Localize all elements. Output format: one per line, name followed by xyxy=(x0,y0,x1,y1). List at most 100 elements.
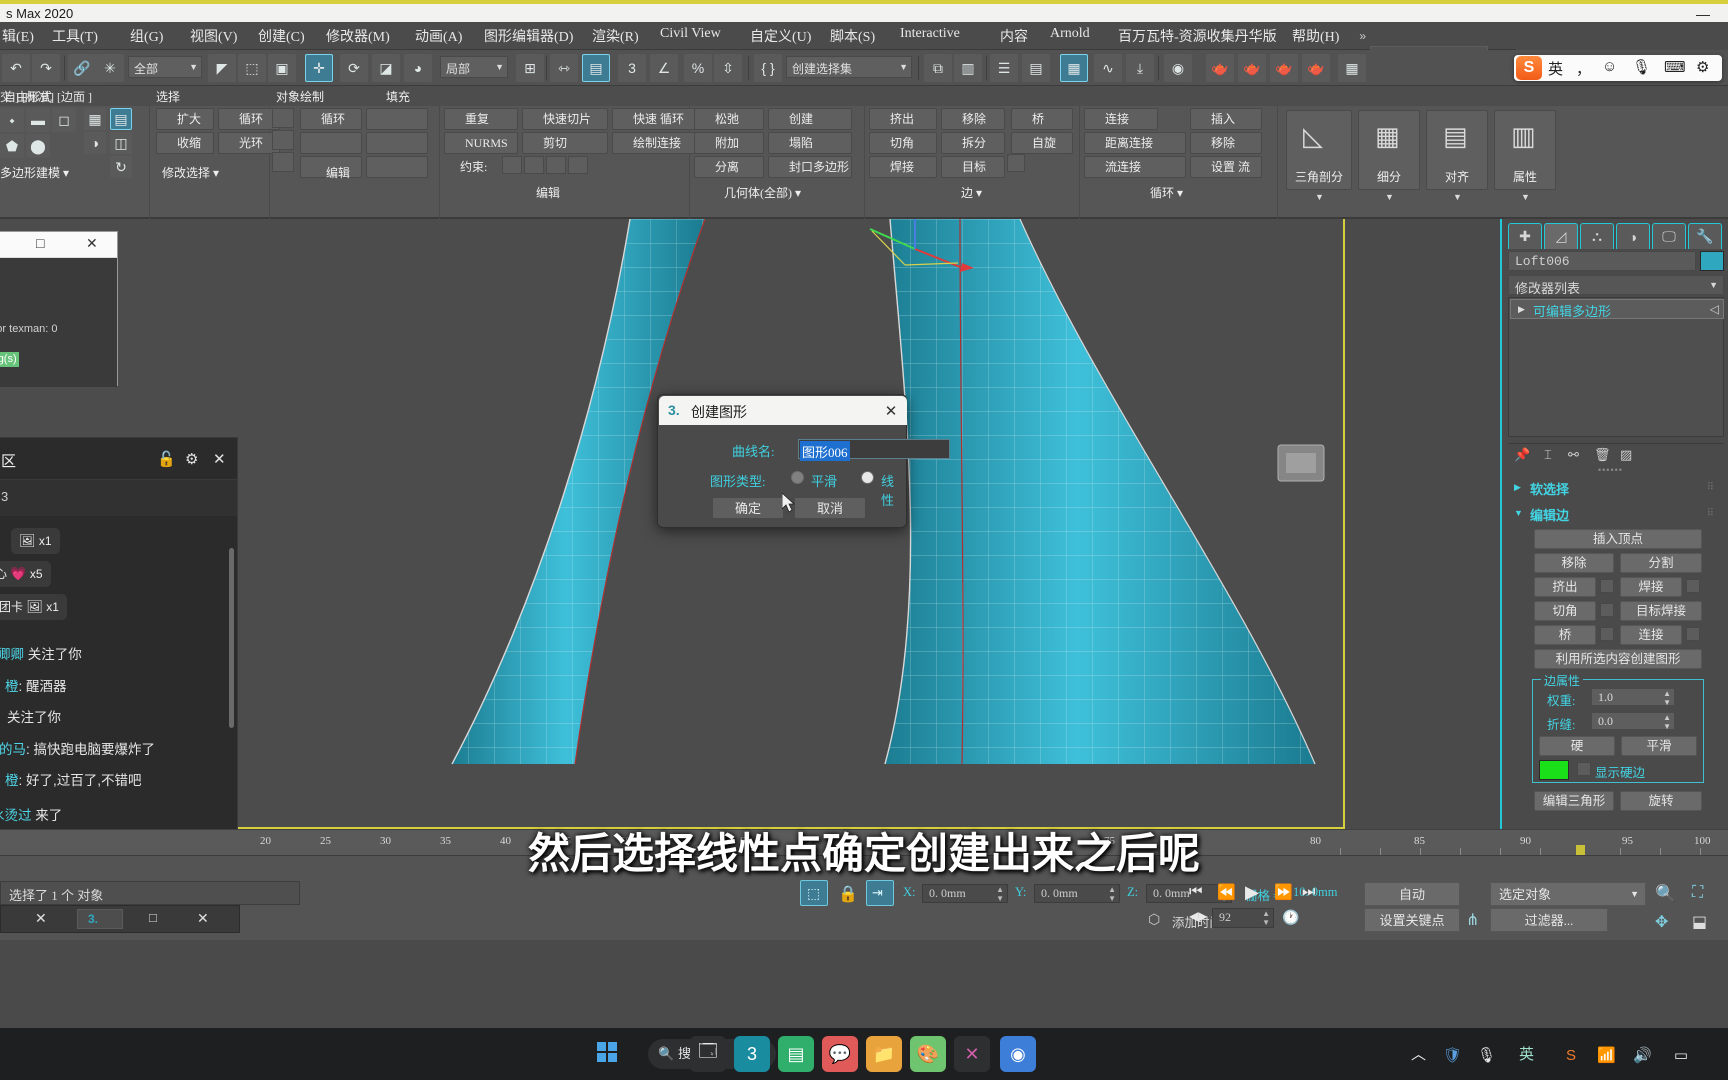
cp-tab-motion[interactable]: ◑ xyxy=(1616,223,1650,249)
render-log-window[interactable]: □ ✕ ems: 0 nents: 0 : 1.3 s 2.2 s ry usa… xyxy=(0,231,118,387)
tray-wifi-icon[interactable]: 📶 xyxy=(1597,1046,1616,1064)
ribbon-setflow-button[interactable]: 设置 流 xyxy=(1190,156,1262,178)
ribbon-weld-button[interactable]: 焊接 xyxy=(869,156,937,178)
bridge-edge-button[interactable]: 桥 xyxy=(1534,625,1596,645)
window-crossing-button[interactable]: ▣ xyxy=(268,54,296,82)
cp-tab-hierarchy[interactable]: ⛬ xyxy=(1580,223,1614,249)
target-weld-button[interactable]: 目标焊接 xyxy=(1620,601,1702,621)
stack-item-editable-poly[interactable]: ▶ 可编辑多边形 ◁ xyxy=(1510,299,1724,319)
quick-slice-button[interactable]: 快速切片 xyxy=(522,108,608,130)
render-frame-window-button[interactable]: ▦ xyxy=(1338,54,1366,82)
cap-poly-button[interactable]: 封口多边形 xyxy=(768,156,852,178)
ribbon-toggle-button[interactable]: ▦ xyxy=(1060,54,1088,82)
menu-item-arnold[interactable]: Arnold xyxy=(1050,26,1090,42)
connect-settings-button[interactable] xyxy=(1686,627,1700,641)
overlay-close-icon[interactable]: ✕ xyxy=(35,910,47,927)
chat-user[interactable]: 橙 xyxy=(5,679,19,694)
align-button[interactable]: ▤ xyxy=(582,54,610,82)
free-form-tab[interactable]: 自由形式 xyxy=(4,88,52,105)
next-frame-button[interactable]: ⏩ xyxy=(1274,883,1293,901)
remove-modifier-icon[interactable]: 🗑 xyxy=(1594,447,1611,463)
taskbar-3dsmax-button[interactable]: 3 xyxy=(734,1036,770,1072)
align-big-button[interactable]: 对齐 ▤ xyxy=(1426,110,1488,190)
edge-subobject-button[interactable]: ▬ xyxy=(26,108,50,132)
schematic-view-button[interactable]: ⤓ xyxy=(1126,54,1154,82)
triangulate-big-button[interactable]: 三角剖分 ◺ xyxy=(1286,110,1352,190)
tray-ime-icon[interactable]: 英 xyxy=(1519,1043,1534,1064)
snap-toggle-button[interactable]: 3 xyxy=(618,54,646,82)
object-name-field[interactable]: Loft006 xyxy=(1508,251,1696,271)
menu-item-interactive[interactable]: Interactive xyxy=(900,26,960,42)
named-selection-dropdown[interactable]: 创建选择集 ▼ xyxy=(786,56,912,78)
render-setup-button[interactable]: 🫖 xyxy=(1206,54,1234,82)
edit-triangulation-button[interactable]: 编辑三角形 xyxy=(1534,791,1614,811)
edit-r2-button[interactable] xyxy=(366,132,428,154)
ribbon-split-button[interactable]: 拆分 xyxy=(941,132,1005,154)
cp-tab-display[interactable]: 🖵 xyxy=(1652,223,1686,249)
remove-edge-button[interactable]: 移除 xyxy=(1534,553,1614,573)
rollout-soft-selection[interactable]: ▶ 软选择 ⠿ xyxy=(1506,477,1720,499)
menu-item-views[interactable]: 视图(V) xyxy=(190,26,237,46)
tray-notification-icon[interactable]: ▭ xyxy=(1674,1046,1688,1064)
chat-user[interactable]: 卿卿 xyxy=(0,647,24,662)
lock-selection-icon[interactable]: 🔒 xyxy=(838,884,858,904)
collapse-button[interactable]: 塌陷 xyxy=(768,132,852,154)
menu-item-graph-editors[interactable]: 图形编辑器(D) xyxy=(484,26,573,46)
time-tag-icon[interactable]: ⬡ xyxy=(1148,911,1160,928)
subobject-level-button[interactable]: ▤ xyxy=(110,108,132,130)
extrude-settings-button[interactable] xyxy=(1600,579,1614,593)
tray-shield-icon[interactable]: 🛡 xyxy=(1443,1046,1462,1064)
relative-mode-button[interactable]: ⇥ xyxy=(866,880,894,906)
weld-edge-button[interactable]: 焊接 xyxy=(1620,577,1682,597)
modifier-stack[interactable]: ▶ 可编辑多边形 ◁ xyxy=(1508,297,1724,437)
menu-item-customize[interactable]: 自定义(U) xyxy=(750,26,811,46)
ribbon-spin-button[interactable]: 自旋 xyxy=(1011,132,1073,154)
key-filter-icon[interactable]: ⋔ xyxy=(1466,910,1479,930)
rotate-tri-button[interactable]: 旋转 xyxy=(1620,791,1702,811)
object-color-swatch[interactable] xyxy=(1700,251,1724,271)
panel-grip[interactable]: •••••• xyxy=(1598,465,1623,475)
menu-item-help[interactable]: 帮助(H) xyxy=(1292,26,1339,46)
ime-punct-icon[interactable]: ， xyxy=(1576,58,1591,79)
hard-edge-color-swatch[interactable] xyxy=(1539,760,1569,780)
select-rotate-button[interactable]: ⟳ xyxy=(340,54,368,82)
create-shape-dialog[interactable]: 3. 创建图形 ✕ 曲线名: 图形006 图形类型: 平滑 线性 确定 取消 xyxy=(657,394,950,528)
overlay-tab-strip[interactable]: ✕ 3. □ ✕ xyxy=(0,905,240,933)
draw-connect-button[interactable]: 绘制连接 xyxy=(612,132,700,154)
detach-button[interactable]: 分离 xyxy=(694,156,764,178)
spinner-snap-button[interactable]: ⇳ xyxy=(714,54,742,82)
taskbar-paint-button[interactable]: 🎨 xyxy=(910,1036,946,1072)
ime-keyboard-icon[interactable]: ⌨ xyxy=(1664,58,1686,76)
selected-object-dropdown[interactable]: 选定对象 ▼ xyxy=(1490,882,1646,906)
modifier-list-dropdown[interactable]: 修改器列表 ▼ xyxy=(1508,275,1724,296)
chamfer-settings-button[interactable] xyxy=(1600,603,1614,617)
taskbar-notes-button[interactable]: ▤ xyxy=(778,1036,814,1072)
menu-item-scripting[interactable]: 脚本(S) xyxy=(830,26,875,46)
dialog-close-button[interactable]: ✕ xyxy=(881,401,901,421)
undo-button[interactable]: ↶ xyxy=(2,54,30,82)
coord-system-dropdown[interactable]: 局部 ▼ xyxy=(440,56,508,78)
triangulate-chevron-down-icon[interactable]: ▼ xyxy=(1315,192,1324,202)
tray-volume-icon[interactable]: 🔊 xyxy=(1633,1046,1652,1064)
select-object-button[interactable]: ◤ xyxy=(208,54,236,82)
menu-item-civil-view[interactable]: Civil View xyxy=(660,26,721,42)
symmetry-button[interactable]: ◑ xyxy=(84,132,106,154)
repeat-last-button[interactable]: ↻ xyxy=(110,156,132,178)
spinner-up-down-icon[interactable]: ▲ ▼ xyxy=(1663,713,1671,731)
menu-item-resource-pack[interactable]: 百万瓦特-资源收集丹华版 xyxy=(1118,26,1277,46)
edit-sq1-button[interactable] xyxy=(272,108,294,128)
target-opt-button[interactable] xyxy=(1007,154,1025,172)
render-production-button[interactable]: 🫖 xyxy=(1270,54,1298,82)
spinner-up-down-icon[interactable]: ▲ ▼ xyxy=(1108,885,1116,903)
show-end-result-icon[interactable]: ⌶ xyxy=(1544,447,1552,463)
zoom-search-icon[interactable]: 🔍 xyxy=(1655,884,1676,904)
scene-explorer-button[interactable]: ☰ xyxy=(990,54,1018,82)
select-link-button[interactable]: 🔗 xyxy=(68,54,96,82)
gear-icon[interactable]: ⚙ xyxy=(185,450,198,468)
cut-button[interactable]: 剪切 xyxy=(522,132,608,154)
goto-end-button[interactable]: ⏭ xyxy=(1302,883,1316,900)
curve-name-input[interactable]: 图形006 xyxy=(798,439,950,461)
play-button[interactable]: ▶ xyxy=(1245,882,1259,903)
radio-smooth[interactable] xyxy=(791,471,804,484)
radio-linear[interactable] xyxy=(861,471,874,484)
